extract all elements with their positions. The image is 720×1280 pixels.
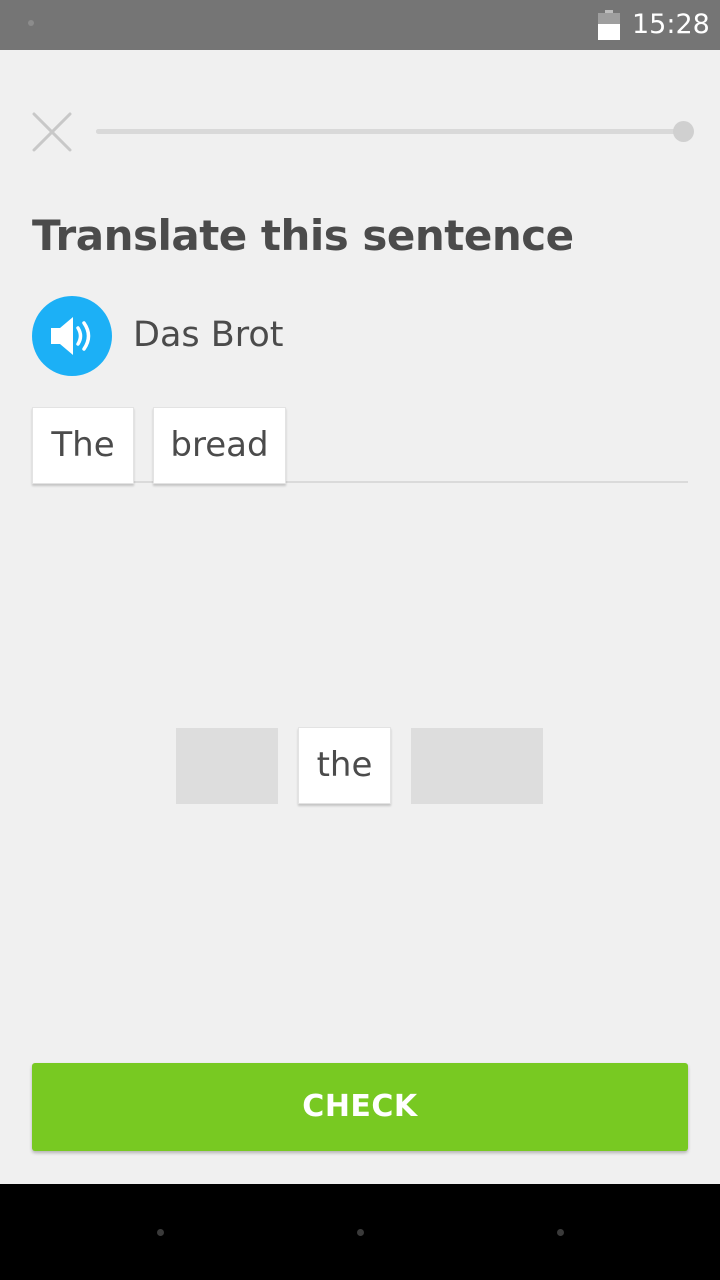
close-icon [32,112,72,152]
play-audio-button[interactable] [32,296,112,376]
word-bank-slot-used [176,728,278,804]
status-bar: 15:28 [0,0,720,50]
answer-tile-bread[interactable]: bread [153,407,286,484]
speaker-icon [51,317,91,355]
lesson-progress-bar [96,121,694,142]
battery-level [598,23,620,40]
word-bank-slot-used [411,728,543,804]
check-button[interactable]: CHECK [32,1063,688,1151]
notification-dot-icon [28,20,34,26]
status-time: 15:28 [632,9,710,40]
lesson-progress-fill [96,121,694,142]
answer-tile-the[interactable]: The [32,407,134,484]
back-icon[interactable] [157,1229,164,1236]
battery-icon [598,10,620,40]
screen: 15:28 Translate this sentence Das Brot T… [0,0,720,1280]
navigation-bar [0,1184,720,1280]
home-icon[interactable] [357,1229,364,1236]
prompt-sentence: Das Brot [133,315,284,355]
close-button[interactable] [30,110,78,154]
progress-knob [673,121,694,142]
recents-icon[interactable] [557,1229,564,1236]
exercise-title: Translate this sentence [32,211,574,260]
word-bank-tile-the[interactable]: the [298,727,391,804]
